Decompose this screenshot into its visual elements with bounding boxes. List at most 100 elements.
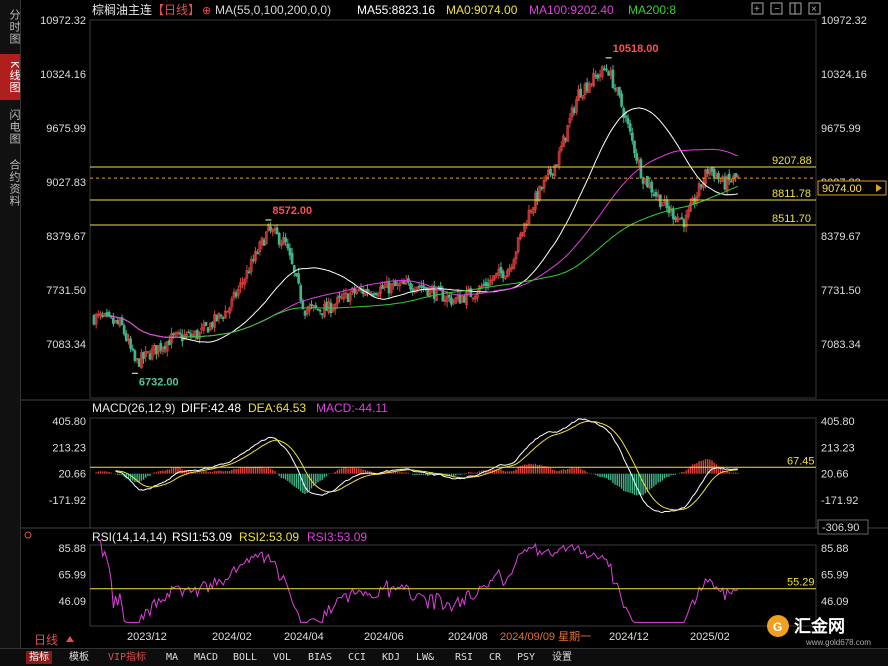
- candle-body: [630, 132, 634, 141]
- kline-app: 分时图 K线图 闪电图 合约资料 9207.88 8811.78 8511.70 10…: [0, 0, 888, 666]
- candle-body: [353, 288, 356, 294]
- candle-body: [633, 140, 636, 154]
- candle-body: [256, 252, 260, 255]
- macd-title: MACD(26,12,9): [92, 401, 175, 415]
- rsi-line: [100, 539, 739, 623]
- candle-body: [419, 285, 423, 288]
- ma55-value: MA55:8823.16: [357, 3, 435, 17]
- candle-body: [372, 293, 376, 296]
- candle-body: [641, 178, 645, 184]
- candle-body: [168, 340, 171, 346]
- indicator-tab[interactable]: 模板: [66, 651, 92, 664]
- extreme-label: 6732.00: [139, 376, 179, 388]
- candle-body: [295, 273, 298, 276]
- candle-body: [654, 192, 658, 197]
- indicator-tab[interactable]: VIP指标: [105, 651, 149, 664]
- y-tick-right: 10972.32: [821, 15, 867, 27]
- ma-params: MA(55,0,100,200,0,0): [215, 3, 331, 17]
- ma200-value: MA200:8: [628, 3, 676, 17]
- rsi-tick-left: 46.09: [58, 596, 86, 608]
- settings-icon[interactable]: ⊕: [202, 5, 211, 17]
- candle-body: [137, 358, 141, 367]
- candle-body: [131, 348, 135, 351]
- period-bottom-label[interactable]: 日线: [34, 633, 58, 647]
- ma100-value: MA100:9202.40: [529, 3, 614, 17]
- x-label-2024-08: 2024/08: [448, 631, 488, 643]
- candle-body: [482, 284, 486, 286]
- candle-body: [628, 123, 632, 132]
- candle-body: [723, 176, 727, 190]
- candle-body: [710, 167, 714, 172]
- indicator-tab[interactable]: MA: [163, 651, 181, 664]
- candle-body: [297, 273, 300, 284]
- indicator-tab[interactable]: CCI: [345, 651, 369, 664]
- candle-body: [622, 108, 626, 118]
- x-label-2024-06: 2024/06: [364, 631, 404, 643]
- candle-body: [346, 293, 350, 303]
- indicator-tab[interactable]: BIAS: [305, 651, 335, 664]
- candle-body: [159, 342, 163, 351]
- indicator-settings-icon[interactable]: [24, 531, 32, 539]
- level-label: 9207.88: [772, 155, 812, 167]
- rsi-tick-right: 46.09: [821, 596, 849, 608]
- indicator-tab[interactable]: 指标: [26, 651, 52, 664]
- candle-body: [572, 108, 576, 113]
- candle-body: [402, 280, 406, 285]
- y-tick-right: 9675.99: [821, 123, 861, 135]
- candle-body: [635, 153, 638, 161]
- candle-body: [251, 259, 255, 261]
- indicator-tab[interactable]: CR: [486, 651, 504, 664]
- candle-body: [411, 288, 415, 292]
- macd-dea: DEA:64.53: [248, 401, 306, 415]
- extreme-label: 10518.00: [613, 43, 659, 55]
- ma200-line: [180, 185, 738, 338]
- x-label-2023-12: 2023/12: [127, 631, 167, 643]
- candle-body: [447, 294, 451, 298]
- candle-body: [665, 199, 669, 208]
- ma0-value: MA0:9074.00: [446, 3, 518, 17]
- candle-body: [148, 353, 152, 360]
- period-label[interactable]: 【日线】: [152, 3, 200, 17]
- rsi2-value: RSI2:53.09: [239, 530, 299, 544]
- indicator-tab[interactable]: 设置: [549, 651, 575, 664]
- indicator-tab[interactable]: PSY: [514, 651, 538, 664]
- candle-body: [652, 194, 656, 196]
- candle-body: [618, 86, 621, 96]
- indicator-tab[interactable]: RSI: [452, 651, 476, 664]
- candle-body: [650, 181, 654, 193]
- chart-area[interactable]: 9207.88 8811.78 8511.70 10972.32 10972.32 103…: [0, 0, 888, 648]
- candle-body: [549, 168, 552, 175]
- macd-tick-left: 20.66: [58, 469, 86, 481]
- indicator-tab[interactable]: VOL: [270, 651, 294, 664]
- panel-border: [89, 544, 817, 627]
- y-tick-right: 7731.50: [821, 285, 861, 297]
- candle-body: [92, 315, 96, 325]
- indicator-tab[interactable]: MACD: [191, 651, 221, 664]
- indicator-tab[interactable]: LW&: [413, 651, 437, 664]
- candle-body: [112, 317, 115, 324]
- level-label: 8511.70: [772, 213, 811, 225]
- candle-body: [142, 351, 145, 359]
- candle-body: [288, 247, 292, 256]
- period-up-icon[interactable]: [66, 636, 74, 642]
- candle-body: [155, 345, 158, 355]
- macd-tick-right: -171.92: [821, 495, 858, 507]
- candle-body: [277, 232, 281, 245]
- remove-window-glyph: −: [774, 4, 780, 15]
- indicator-tab[interactable]: KDJ: [379, 651, 403, 664]
- macd-tick-left: 213.23: [52, 442, 86, 454]
- indicator-tab[interactable]: BOLL: [230, 651, 260, 664]
- candle-body: [262, 239, 266, 246]
- candle-body: [116, 320, 120, 324]
- y-tick-right: 10324.16: [821, 69, 867, 81]
- current-price-label: 9074.00: [822, 183, 862, 195]
- candle-body: [387, 282, 391, 294]
- macd-diff-line: [115, 418, 738, 514]
- candle-body: [310, 303, 313, 307]
- candle-body: [338, 295, 341, 298]
- candle-body: [712, 168, 716, 179]
- candle-body: [613, 88, 617, 90]
- macd-value: MACD:-44.11: [316, 401, 388, 415]
- candle-body: [730, 180, 733, 183]
- candle-body: [381, 285, 384, 289]
